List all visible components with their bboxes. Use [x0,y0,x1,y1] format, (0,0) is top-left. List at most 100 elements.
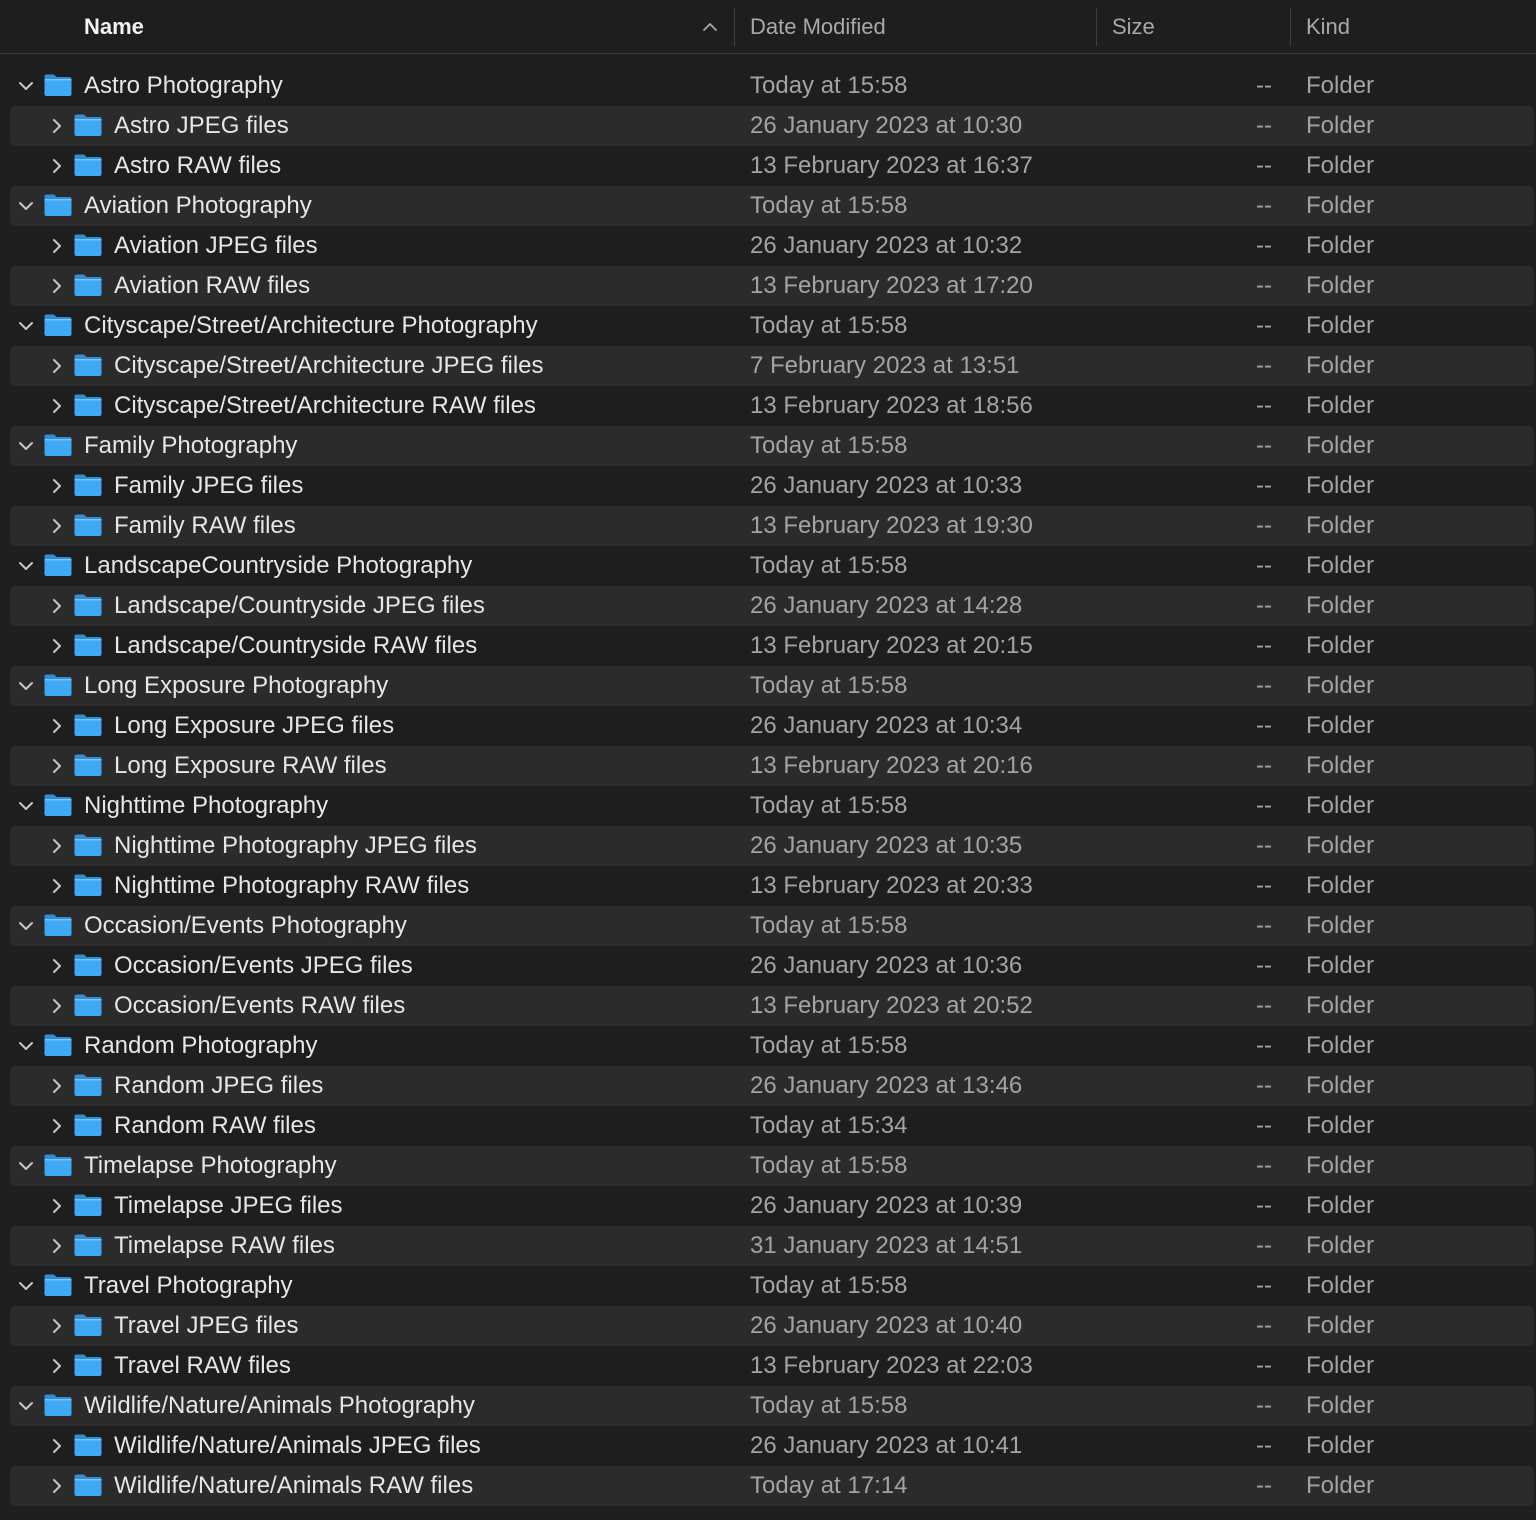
chevron-right-icon[interactable] [47,1196,67,1216]
column-header-size[interactable]: Size [1112,0,1292,54]
folder-row[interactable]: Astro Photography Today at 15:58 -- Folder [0,66,1536,106]
kind-value: Folder [1306,672,1375,699]
subfolder-row[interactable]: Wildlife/Nature/Animals RAW files Today a… [0,1466,1536,1506]
chevron-down-icon[interactable] [16,1396,36,1416]
subfolder-row[interactable]: Aviation RAW files 13 February 2023 at 17… [0,266,1536,306]
folder-row[interactable]: Occasion/Events Photography Today at 15:5… [0,906,1536,946]
folder-row[interactable]: Cityscape/Street/Architecture Photograph… [0,306,1536,346]
kind-value: Folder [1306,872,1375,899]
size-value: -- [1256,1312,1272,1339]
column-header-date-modified[interactable]: Date Modified [750,0,1095,54]
date-modified: Today at 15:58 [750,792,908,819]
chevron-right-icon[interactable] [47,956,67,976]
folder-row[interactable]: Family Photography Today at 15:58 -- Folder [0,426,1536,466]
subfolder-row[interactable]: Landscape/Countryside JPEG files 26 Janua… [0,586,1536,626]
chevron-down-icon[interactable] [16,76,36,96]
column-divider[interactable] [1290,8,1291,46]
size-value: -- [1256,192,1272,219]
chevron-right-icon[interactable] [47,596,67,616]
chevron-right-icon[interactable] [47,756,67,776]
folder-row[interactable]: Travel Photography Today at 15:58 -- Folder [0,1266,1536,1306]
chevron-right-icon[interactable] [47,356,67,376]
folder-row[interactable]: Wildlife/Nature/Animals Photography Today… [0,1386,1536,1426]
chevron-right-icon[interactable] [47,876,67,896]
size-value: -- [1256,712,1272,739]
chevron-down-icon[interactable] [16,1036,36,1056]
folder-row[interactable]: Nighttime Photography Today at 15:58 -- Fol… [0,786,1536,826]
folder-row[interactable]: Long Exposure Photography Today at 15:58 -… [0,666,1536,706]
subfolder-row[interactable]: Astro JPEG files 26 January 2023 at 10:30… [0,106,1536,146]
kind-value: Folder [1306,1472,1375,1499]
subfolder-row[interactable]: Wildlife/Nature/Animals JPEG files 26 Jan… [0,1426,1536,1466]
chevron-right-icon[interactable] [47,996,67,1016]
folder-row[interactable]: Aviation Photography Today at 15:58 -- Fold… [0,186,1536,226]
chevron-down-icon[interactable] [16,1156,36,1176]
date-modified: 13 February 2023 at 17:20 [750,272,1033,299]
subfolder-row[interactable]: Cityscape/Street/Architecture RAW files 1… [0,386,1536,426]
subfolder-row[interactable]: Nighttime Photography JPEG files 26 Janua… [0,826,1536,866]
chevron-down-icon[interactable] [16,916,36,936]
chevron-right-icon[interactable] [47,1476,67,1496]
subfolder-row[interactable]: Random JPEG files 26 January 2023 at 13:4… [0,1066,1536,1106]
column-divider[interactable] [734,8,735,46]
chevron-right-icon[interactable] [47,1316,67,1336]
subfolder-row[interactable]: Family JPEG files 26 January 2023 at 10:3… [0,466,1536,506]
chevron-down-icon[interactable] [16,1276,36,1296]
chevron-right-icon[interactable] [47,156,67,176]
chevron-down-icon[interactable] [16,196,36,216]
column-divider[interactable] [1096,8,1097,46]
size-value: -- [1256,72,1272,99]
chevron-right-icon[interactable] [47,636,67,656]
folder-icon [74,1234,102,1256]
chevron-right-icon[interactable] [47,276,67,296]
folder-row[interactable]: Random Photography Today at 15:58 -- Folder [0,1026,1536,1066]
chevron-down-icon[interactable] [16,796,36,816]
chevron-right-icon[interactable] [47,476,67,496]
chevron-right-icon[interactable] [47,1116,67,1136]
subfolder-row[interactable]: Occasion/Events JPEG files 26 January 202… [0,946,1536,986]
chevron-right-icon[interactable] [47,1076,67,1096]
size-value: -- [1256,1432,1272,1459]
subfolder-row[interactable]: Astro RAW files 13 February 2023 at 16:37… [0,146,1536,186]
subfolder-row[interactable]: Random RAW files Today at 15:34 -- Folder [0,1106,1536,1146]
chevron-right-icon[interactable] [47,516,67,536]
chevron-right-icon[interactable] [47,396,67,416]
subfolder-row[interactable]: Long Exposure RAW files 13 February 2023 … [0,746,1536,786]
subfolder-row[interactable]: Travel RAW files 13 February 2023 at 22:0… [0,1346,1536,1386]
date-modified: 26 January 2023 at 14:28 [750,592,1023,619]
subfolder-row[interactable]: Cityscape/Street/Architecture JPEG files… [0,346,1536,386]
subfolder-row[interactable]: Nighttime Photography RAW files 13 Februa… [0,866,1536,906]
chevron-down-icon[interactable] [16,556,36,576]
subfolder-row[interactable]: Travel JPEG files 26 January 2023 at 10:4… [0,1306,1536,1346]
chevron-up-icon[interactable] [700,17,720,37]
kind-value: Folder [1306,1432,1375,1459]
date-modified: Today at 17:14 [750,1472,908,1499]
kind-value: Folder [1306,632,1375,659]
subfolder-row[interactable]: Family RAW files 13 February 2023 at 19:3… [0,506,1536,546]
kind-value: Folder [1306,152,1375,179]
chevron-right-icon[interactable] [47,236,67,256]
subfolder-row[interactable]: Long Exposure JPEG files 26 January 2023 … [0,706,1536,746]
chevron-down-icon[interactable] [16,676,36,696]
subfolder-row[interactable]: Occasion/Events RAW files 13 February 202… [0,986,1536,1026]
subfolder-row[interactable]: Timelapse JPEG files 26 January 2023 at 1… [0,1186,1536,1226]
chevron-right-icon[interactable] [47,1236,67,1256]
chevron-right-icon[interactable] [47,716,67,736]
subfolder-row[interactable]: Landscape/Countryside RAW files 13 Februa… [0,626,1536,666]
date-modified: Today at 15:58 [750,1272,908,1299]
chevron-right-icon[interactable] [47,116,67,136]
folder-row[interactable]: Timelapse Photography Today at 15:58 -- Fol… [0,1146,1536,1186]
subfolder-row[interactable]: Timelapse RAW files 31 January 2023 at 14… [0,1226,1536,1266]
chevron-down-icon[interactable] [16,436,36,456]
chevron-right-icon[interactable] [47,1436,67,1456]
kind-value: Folder [1306,192,1375,219]
subfolder-row[interactable]: Aviation JPEG files 26 January 2023 at 10… [0,226,1536,266]
chevron-down-icon[interactable] [16,316,36,336]
size-value: -- [1256,312,1272,339]
chevron-right-icon[interactable] [47,1356,67,1376]
column-header-name[interactable]: Name [84,0,734,54]
column-header-kind[interactable]: Kind [1306,0,1526,54]
size-value: -- [1256,832,1272,859]
chevron-right-icon[interactable] [47,836,67,856]
folder-row[interactable]: LandscapeCountryside Photography Today at… [0,546,1536,586]
